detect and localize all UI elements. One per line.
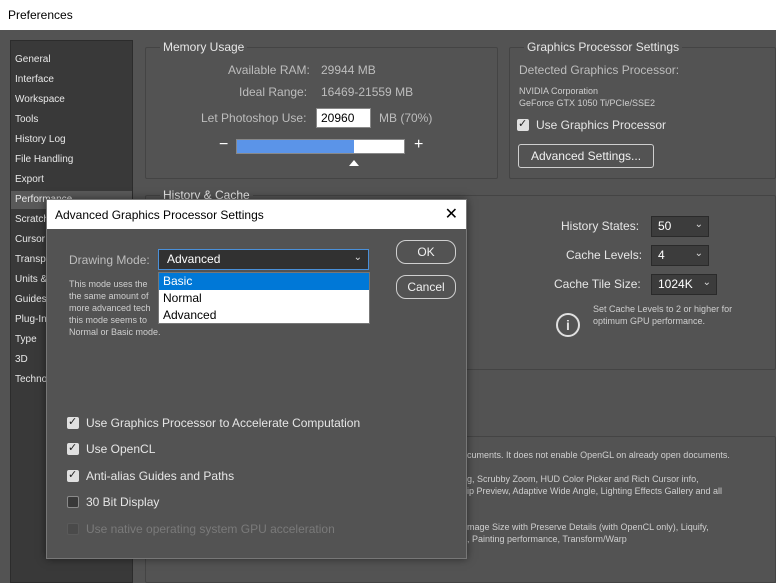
cache-hint-line2: optimum GPU performance. xyxy=(593,316,706,326)
cache-tile-size-select[interactable]: 1024K ⌄ xyxy=(651,274,717,295)
detected-gpu-label: Detected Graphics Processor: xyxy=(519,63,680,77)
mode-desc-line5: Normal or Basic mode. xyxy=(69,327,161,337)
30-bit-display-checkbox[interactable] xyxy=(67,496,79,508)
cache-hint-line1: Set Cache Levels to 2 or higher for xyxy=(593,304,733,314)
memory-increase-button[interactable]: + xyxy=(414,136,423,154)
use-opencl-checkbox[interactable] xyxy=(67,441,79,455)
drawing-mode-options: Basic Normal Advanced xyxy=(158,272,370,324)
description-line4: mage Size with Preserve Details (with Op… xyxy=(467,522,709,532)
mode-desc-line3: more advanced tech xyxy=(69,303,151,313)
ok-button[interactable]: OK xyxy=(396,240,456,264)
chevron-down-icon: ⌄ xyxy=(702,277,711,288)
sidebar-item-workspace[interactable]: Workspace xyxy=(11,91,132,109)
dialog-title: Advanced Graphics Processor Settings xyxy=(55,208,264,222)
window-title: Preferences xyxy=(8,8,73,22)
history-states-value: 50 xyxy=(658,219,672,233)
description-line1: cuments. It does not enable OpenGL on al… xyxy=(467,450,730,460)
info-icon: i xyxy=(556,313,580,337)
cancel-button[interactable]: Cancel xyxy=(396,275,456,299)
memory-slider-fill xyxy=(237,140,354,153)
use-opencl-label: Use OpenCL xyxy=(86,442,156,456)
memory-amount-input[interactable]: 20960 xyxy=(316,108,371,128)
chevron-down-icon: ⌄ xyxy=(353,252,362,263)
memory-usage-title: Memory Usage xyxy=(160,40,248,54)
gpu-model: GeForce GTX 1050 Ti/PCIe/SSE2 xyxy=(519,98,656,108)
description-line2: g, Scrubby Zoom, HUD Color Picker and Ri… xyxy=(467,474,699,484)
ideal-range-label: Ideal Range: xyxy=(239,85,308,99)
description-line3: ip Preview, Adaptive Wide Angle, Lightin… xyxy=(467,486,722,496)
drawing-mode-value: Advanced xyxy=(167,252,221,266)
drawing-mode-select[interactable]: Advanced ⌄ xyxy=(158,249,369,270)
native-gpu-acceleration-label: Use native operating system GPU accelera… xyxy=(86,522,335,536)
anti-alias-label: Anti-alias Guides and Paths xyxy=(86,469,235,483)
advanced-gpu-dialog: Advanced Graphics Processor Settings ✕ D… xyxy=(46,199,467,559)
mode-desc-line1: This mode uses the xyxy=(69,279,148,289)
accelerate-computation-label: Use Graphics Processor to Accelerate Com… xyxy=(86,416,361,430)
history-states-select[interactable]: 50 ⌄ xyxy=(651,216,709,237)
sidebar-item-export[interactable]: Export xyxy=(11,171,132,189)
option-basic[interactable]: Basic xyxy=(159,273,369,290)
30-bit-display-label: 30 Bit Display xyxy=(86,495,160,509)
dialog-titlebar: Advanced Graphics Processor Settings ✕ xyxy=(47,200,466,229)
option-normal[interactable]: Normal xyxy=(159,290,369,307)
sidebar-item-file-handling[interactable]: File Handling xyxy=(11,151,132,169)
sidebar-item-tools[interactable]: Tools xyxy=(11,111,132,129)
available-ram-label: Available RAM: xyxy=(228,63,310,77)
use-gpu-label: Use Graphics Processor xyxy=(536,118,667,132)
cache-levels-select[interactable]: 4 ⌄ xyxy=(651,245,709,266)
available-ram-value: 29944 MB xyxy=(321,63,376,77)
mode-desc-line2: the same amount of xyxy=(69,291,149,301)
memory-slider[interactable] xyxy=(236,139,405,154)
cache-tile-size-value: 1024K xyxy=(658,277,693,291)
gpu-vendor: NVIDIA Corporation xyxy=(519,86,599,96)
mode-desc-line4: this mode seems to xyxy=(69,315,148,325)
history-states-label: History States: xyxy=(561,219,640,233)
advanced-settings-button[interactable]: Advanced Settings... xyxy=(518,144,654,168)
let-photoshop-use-label: Let Photoshop Use: xyxy=(201,111,307,125)
gpu-settings-title: Graphics Processor Settings xyxy=(524,40,683,54)
ideal-range-value: 16469-21559 MB xyxy=(321,85,414,99)
window-titlebar: Preferences xyxy=(0,0,776,30)
cache-levels-value: 4 xyxy=(658,248,665,262)
sidebar-item-interface[interactable]: Interface xyxy=(11,71,132,89)
description-line5: , Painting performance, Transform/Warp xyxy=(467,534,627,544)
memory-decrease-button[interactable]: − xyxy=(219,136,228,154)
memory-slider-knob[interactable] xyxy=(349,160,360,166)
use-gpu-checkbox[interactable] xyxy=(517,117,529,131)
chevron-down-icon: ⌄ xyxy=(694,248,703,259)
cache-tile-size-label: Cache Tile Size: xyxy=(554,277,641,291)
sidebar-item-general[interactable]: General xyxy=(11,51,132,69)
accelerate-computation-checkbox[interactable] xyxy=(67,415,79,429)
anti-alias-checkbox[interactable] xyxy=(67,468,79,482)
memory-percent-label: MB (70%) xyxy=(379,111,433,125)
option-advanced[interactable]: Advanced xyxy=(159,307,369,324)
close-icon[interactable]: ✕ xyxy=(445,204,458,224)
sidebar-item-history-log[interactable]: History Log xyxy=(11,131,132,149)
native-gpu-acceleration-checkbox xyxy=(67,523,79,535)
chevron-down-icon: ⌄ xyxy=(694,219,703,230)
cache-levels-label: Cache Levels: xyxy=(566,248,643,262)
drawing-mode-label: Drawing Mode: xyxy=(69,253,150,267)
